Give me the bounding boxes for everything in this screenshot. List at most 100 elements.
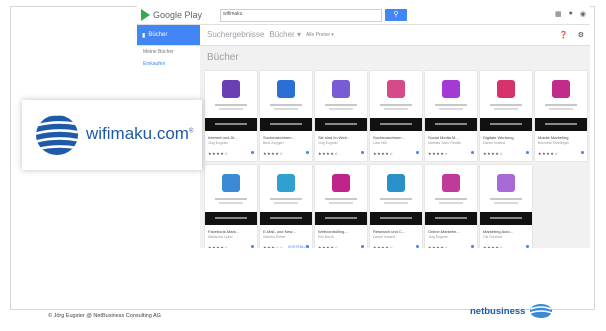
apps-grid-icon[interactable]: ▦: [555, 10, 562, 18]
book-cover[interactable]: [425, 165, 477, 225]
wifimaku-brand: wifimaku.com: [86, 124, 189, 143]
book-cover[interactable]: [370, 165, 422, 225]
book-author[interactable]: Daniel Imsand: [373, 235, 395, 239]
more-options-icon[interactable]: [416, 245, 419, 248]
book-author[interactable]: Beat Zwygart: [263, 141, 284, 145]
more-options-icon[interactable]: [306, 245, 309, 248]
crumb-books-dropdown[interactable]: Bücher ▾: [269, 30, 301, 39]
cover-band-line: [435, 217, 467, 219]
sidebar-item-shop[interactable]: Einkaufen: [137, 58, 200, 70]
cover-title-line: [270, 104, 302, 106]
bell-icon[interactable]: ●: [569, 10, 573, 18]
cover-title-line: [545, 104, 577, 106]
book-title[interactable]: Social Media M...: [428, 135, 459, 140]
cover-band-line: [215, 217, 247, 219]
more-options-icon[interactable]: [526, 245, 529, 248]
cover-subtitle-line: [329, 202, 353, 204]
book-author[interactable]: Natascha Ljubic: [208, 235, 233, 239]
globe-logo-icon: [36, 115, 78, 155]
book-card[interactable]: Mobile Marketing Benedikt Röthlingsh ★★★★☆: [535, 71, 587, 161]
book-cover[interactable]: [315, 71, 367, 131]
top-bar: Google Play wifimaku ⚲ ▦ ● ◉: [137, 6, 590, 25]
book-author[interactable]: Sabrina Reber: [263, 235, 286, 239]
book-cover[interactable]: [535, 71, 587, 131]
cover-band-line: [380, 123, 412, 125]
book-author[interactable]: Jörg Eugster: [318, 141, 338, 145]
book-title[interactable]: Mobile Marketing: [538, 135, 568, 140]
price-filter[interactable]: Alle Preise ▾: [306, 32, 334, 38]
book-title[interactable]: Suchmaschinen...: [373, 135, 405, 140]
book-author[interactable]: Ole Schmidt: [483, 235, 502, 239]
book-cover[interactable]: [260, 165, 312, 225]
cover-subtitle-line: [384, 202, 408, 204]
tab-books[interactable]: ▮ Bücher: [137, 25, 200, 45]
book-card[interactable]: Research und C... Daniel Imsand ★★★★☆: [370, 165, 422, 248]
book-cover[interactable]: [205, 165, 257, 225]
book-author[interactable]: Elio Bondi: [318, 235, 334, 239]
search-button[interactable]: ⚲: [385, 9, 407, 21]
search-input[interactable]: wifimaku: [220, 9, 382, 22]
book-title[interactable]: Digitale Werbung: [483, 135, 514, 140]
book-cover[interactable]: [205, 71, 257, 131]
more-options-icon[interactable]: [306, 151, 309, 154]
more-options-icon[interactable]: [471, 151, 474, 154]
book-title[interactable]: E-Mail- und New...: [263, 229, 296, 234]
cover-band-line: [270, 217, 302, 219]
book-card[interactable]: Digitale Werbung Daniel Imsand ★★★★☆: [480, 71, 532, 161]
book-cover[interactable]: [480, 71, 532, 131]
book-author[interactable]: Jörg Eugster: [208, 141, 228, 145]
crumb-search-results[interactable]: Suchergebnisse: [207, 30, 264, 39]
book-author[interactable]: Benedikt Röthlingsh: [538, 141, 569, 145]
book-title[interactable]: Webcontrolling...: [318, 229, 348, 234]
more-options-icon[interactable]: [361, 151, 364, 154]
book-author[interactable]: Lara Hiltl: [373, 141, 387, 145]
book-title[interactable]: Facebook-Mark...: [208, 229, 239, 234]
book-title[interactable]: Suchmaschinen...: [263, 135, 295, 140]
book-card[interactable]: Marketing Auto... Ole Schmidt ★★★★☆: [480, 165, 532, 248]
book-card[interactable]: Webcontrolling... Elio Bondi ★★★★☆: [315, 165, 367, 248]
rating-stars: ★★★★☆: [483, 245, 504, 248]
cover-subtitle-line: [219, 108, 243, 110]
more-options-icon[interactable]: [526, 151, 529, 154]
book-cover[interactable]: [425, 71, 477, 131]
more-options-icon[interactable]: [471, 245, 474, 248]
book-card[interactable]: Sie sind im Web... Jörg Eugster ★★★★☆: [315, 71, 367, 161]
book-author[interactable]: Daniel Imsand: [483, 141, 505, 145]
book-cover[interactable]: [480, 165, 532, 225]
book-card[interactable]: Online-Marketin... Jörg Eugster ★★★★☆: [425, 165, 477, 248]
rating-stars: ★★★★☆: [373, 245, 394, 248]
book-card[interactable]: E-Mail- und New... Sabrina Reber ★★★☆☆ KOST…: [260, 165, 312, 248]
book-cover[interactable]: [315, 165, 367, 225]
book-card[interactable]: Facebook-Mark... Natascha Ljubic ★★★★☆: [205, 165, 257, 248]
book-title[interactable]: Sie sind im Web...: [318, 135, 350, 140]
more-options-icon[interactable]: [251, 151, 254, 154]
book-card[interactable]: Social Media M... Mathias Sabo Rindlis ★★★…: [425, 71, 477, 161]
book-grid: Internet und Di... Jörg Eugster ★★★★☆ Suchm…: [205, 71, 587, 248]
more-options-icon[interactable]: [361, 245, 364, 248]
cover-subtitle-line: [329, 108, 353, 110]
book-title[interactable]: Online-Marketin...: [428, 229, 460, 234]
book-cover[interactable]: [260, 71, 312, 131]
more-options-icon[interactable]: [251, 245, 254, 248]
cover-art: [552, 80, 570, 98]
book-title[interactable]: Internet und Di...: [208, 135, 238, 140]
book-card[interactable]: Suchmaschinen... Lara Hiltl ★★★★☆: [370, 71, 422, 161]
more-options-icon[interactable]: [416, 151, 419, 154]
book-cover[interactable]: [370, 71, 422, 131]
book-author[interactable]: Jörg Eugster: [428, 235, 448, 239]
rating-stars: ★★★★☆: [263, 151, 284, 156]
book-author[interactable]: Mathias Sabo Rindlis: [428, 141, 461, 145]
book-card[interactable]: Suchmaschinen... Beat Zwygart ★★★★☆: [260, 71, 312, 161]
sidebar-item-my-books[interactable]: Meine Bücher: [137, 46, 200, 58]
book-title[interactable]: Marketing Auto...: [483, 229, 513, 234]
book-card[interactable]: Internet und Di... Jörg Eugster ★★★★☆: [205, 71, 257, 161]
book-title[interactable]: Research und C...: [373, 229, 405, 234]
cover-title-line: [215, 198, 247, 200]
more-options-icon[interactable]: [581, 151, 584, 154]
avatar[interactable]: ◉: [580, 10, 586, 18]
help-icon[interactable]: ❓: [559, 31, 568, 39]
google-play-logo[interactable]: Google Play: [141, 9, 202, 21]
cover-title-line: [490, 104, 522, 106]
rating-stars: ★★★★☆: [538, 151, 559, 156]
settings-icon[interactable]: ⚙: [578, 31, 584, 39]
